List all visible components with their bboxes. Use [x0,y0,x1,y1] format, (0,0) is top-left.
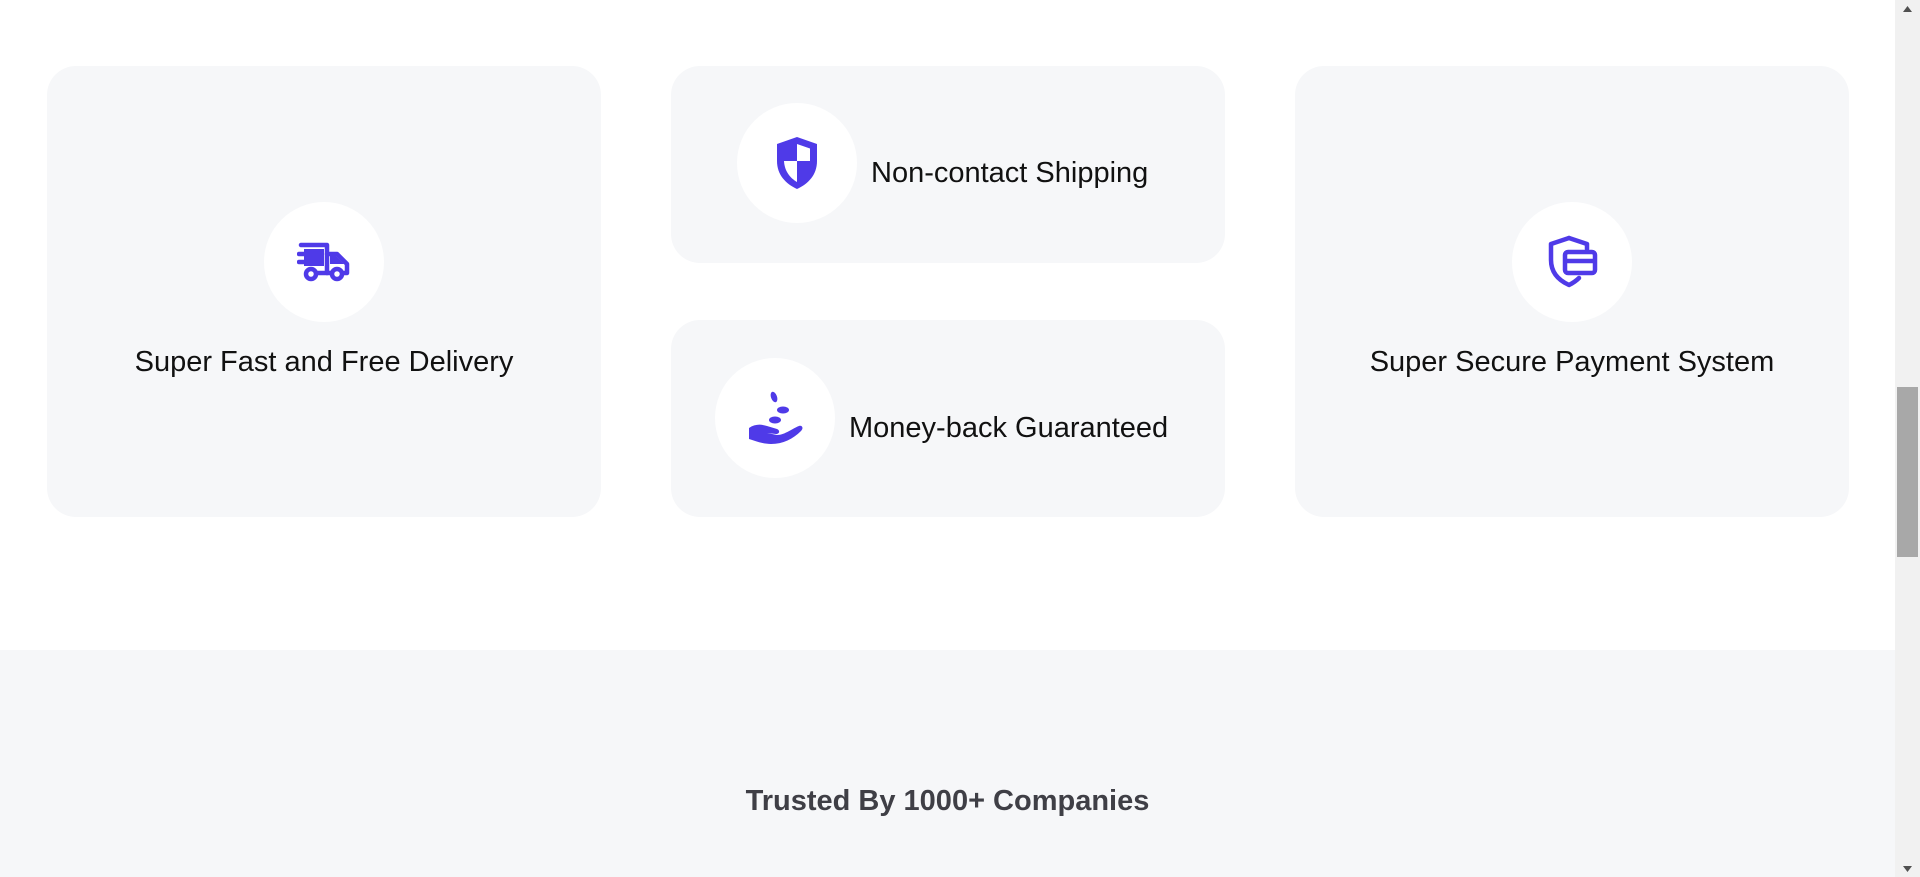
icon-circle [1512,202,1632,322]
trusted-title: Trusted By 1000+ Companies [745,785,1150,817]
feature-label-secure: Super Secure Payment System [1369,346,1775,378]
vertical-scrollbar[interactable] [1895,0,1920,877]
feature-card-secure: Super Secure Payment System [1295,66,1849,517]
icon-circle [737,103,857,223]
trusted-section: Trusted By 1000+ Companies [0,650,1895,877]
icon-circle [715,358,835,478]
triangle-up-icon [1903,5,1912,12]
feature-card-delivery: Super Fast and Free Delivery [47,66,601,517]
feature-card-shipping: Non-contact Shipping [671,66,1225,263]
page: Super Fast and Free Delivery Non-contact… [0,0,1895,877]
hand-coins-icon [749,391,803,444]
feature-label-shipping: Non-contact Shipping [871,157,1149,189]
truck-icon [297,242,350,282]
scroll-up-arrow[interactable] [1895,0,1920,17]
scroll-thumb[interactable] [1897,387,1918,558]
shield-icon [777,137,817,189]
feature-card-money: Money-back Guaranteed [671,320,1225,517]
secure-card-icon [1548,235,1598,288]
icon-circle [264,202,384,322]
scroll-down-arrow[interactable] [1895,860,1920,877]
feature-label-money: Money-back Guaranteed [849,412,1169,444]
feature-label-delivery: Super Fast and Free Delivery [134,346,514,378]
triangle-down-icon [1903,865,1912,872]
